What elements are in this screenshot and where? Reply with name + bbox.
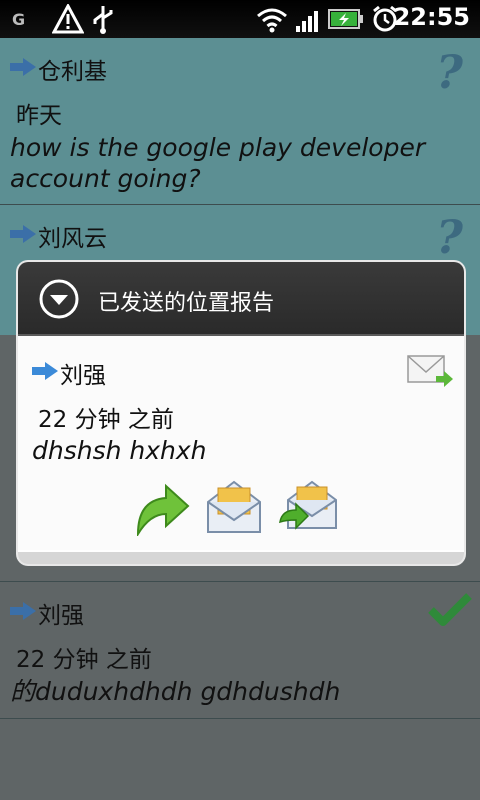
popup-message-text: dhshsh hxhxh xyxy=(32,436,207,465)
popup-message-time: 22 分钟 之前 xyxy=(38,407,174,433)
sender-name: 刘风云 xyxy=(38,226,107,252)
location-report-popup: 已发送的位置报告 刘强 22 分钟 之前 dhshsh hxhxh xyxy=(18,262,464,564)
wifi-icon xyxy=(257,8,287,33)
usb-icon xyxy=(93,6,113,34)
sender-arrow-icon xyxy=(10,225,36,243)
svg-text:?: ? xyxy=(436,48,464,94)
popup-title: 已发送的位置报告 xyxy=(98,291,275,316)
popup-sender-name: 刘强 xyxy=(60,363,106,389)
sender-arrow-icon xyxy=(10,58,36,76)
question-status-icon: ? xyxy=(436,48,464,94)
popup-footer-bar xyxy=(18,552,464,564)
read-mail-icon[interactable] xyxy=(204,478,264,536)
message-time: 昨天 xyxy=(16,103,62,129)
message-time: 22 分钟 之前 xyxy=(16,647,152,673)
signal-icon xyxy=(296,11,318,32)
reply-icon[interactable] xyxy=(130,478,190,536)
battery-charging-icon xyxy=(328,9,363,29)
warning-icon xyxy=(52,4,84,34)
forward-mail-icon[interactable] xyxy=(278,476,340,536)
question-status-icon: ? xyxy=(436,213,464,259)
message-text: 的duduxhdhdh gdhdushdh xyxy=(10,677,341,706)
sender-name: 仓利基 xyxy=(38,59,107,85)
status-bar: G 22:55 xyxy=(0,0,480,38)
list-item[interactable]: 仓利基 ? 昨天 how is the google play develope… xyxy=(0,38,480,204)
status-clock: 22:55 xyxy=(393,3,470,31)
popup-header[interactable]: 已发送的位置报告 xyxy=(18,262,464,336)
delivered-check-icon xyxy=(428,593,472,626)
sender-arrow-icon xyxy=(10,602,36,620)
svg-text:?: ? xyxy=(436,213,464,259)
sender-arrow-icon xyxy=(32,362,58,380)
sent-mail-icon xyxy=(407,355,453,387)
list-item[interactable]: 刘强 22 分钟 之前 的duduxhdhdh gdhdushdh xyxy=(0,582,480,718)
message-text: how is the google play developer account… xyxy=(10,133,426,193)
svg-text:G: G xyxy=(12,10,25,28)
sender-name: 刘强 xyxy=(38,603,84,629)
row-divider xyxy=(0,718,480,719)
g-icon: G xyxy=(12,10,25,28)
popup-body: 刘强 22 分钟 之前 dhshsh hxhxh xyxy=(18,336,464,550)
collapse-arrow-icon[interactable] xyxy=(38,278,80,320)
